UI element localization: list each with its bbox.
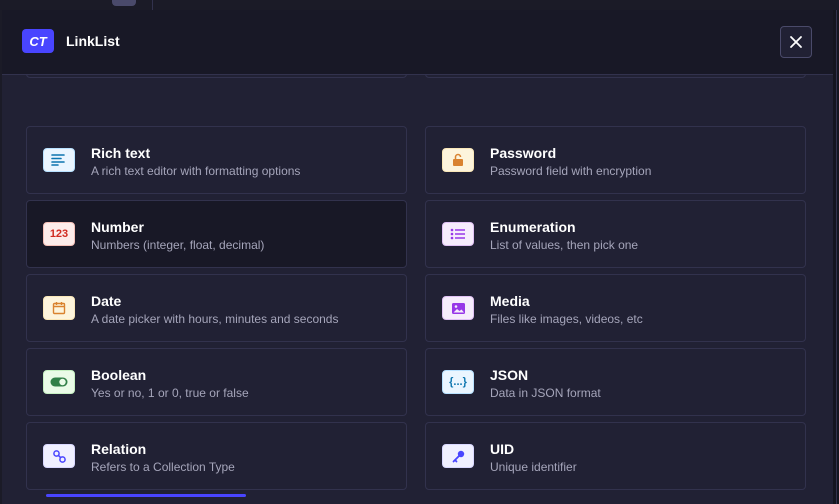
field-type-description: Yes or no, 1 or 0, true or false (91, 386, 249, 400)
field-type-description: A date picker with hours, minutes and se… (91, 312, 339, 326)
field-type-media[interactable]: Media Files like images, videos, etc (425, 274, 806, 342)
list-icon (442, 222, 474, 246)
field-type-boolean[interactable]: Boolean Yes or no, 1 or 0, true or false (26, 348, 407, 416)
field-type-description: Numbers (integer, float, decimal) (91, 238, 265, 252)
number-icon: 123 (43, 222, 75, 246)
lock-icon (442, 148, 474, 172)
field-type-name: JSON (490, 367, 529, 383)
field-type-relation[interactable]: Relation Refers to a Collection Type (26, 422, 407, 490)
calendar-icon (43, 296, 75, 320)
field-type-date[interactable]: Date A date picker with hours, minutes an… (26, 274, 407, 342)
key-icon (442, 444, 474, 468)
field-type-name: Rich text (91, 145, 151, 161)
modal-title: LinkList (66, 33, 120, 49)
field-type-name: UID (490, 441, 515, 457)
field-type-name: Relation (91, 441, 147, 457)
field-type-name: Number (91, 219, 144, 235)
field-type-name: Media (490, 293, 530, 309)
focus-indicator (46, 494, 246, 497)
field-type-modal: AbTextSmall or long text like title or d… (2, 10, 833, 504)
background-edge (836, 10, 837, 504)
image-icon (442, 296, 474, 320)
field-type-name: Boolean (91, 367, 147, 383)
field-type-description: Files like images, videos, etc (490, 312, 643, 326)
field-type-json[interactable]: {...} JSON Data in JSON format (425, 348, 806, 416)
field-type-rich-text[interactable]: Rich text A rich text editor with formatt… (26, 126, 407, 194)
close-icon (790, 36, 802, 48)
field-type-name: Enumeration (490, 219, 576, 235)
field-type-name: Password (490, 145, 557, 161)
field-type-name: Date (91, 293, 122, 309)
code-icon: {...} (442, 370, 474, 394)
field-type-uid[interactable]: UID Unique identifier (425, 422, 806, 490)
background-count-badge (112, 0, 136, 6)
background-divider (152, 0, 153, 10)
field-type-password[interactable]: Password Password field with encryption (425, 126, 806, 194)
content-type-badge: CT (22, 29, 54, 53)
field-type-grid: AbTextSmall or long text like title or d… (2, 10, 833, 504)
toggle-icon (43, 370, 75, 394)
field-type-description: Data in JSON format (490, 386, 601, 400)
link-icon (43, 444, 75, 468)
field-type-description: List of values, then pick one (490, 238, 639, 252)
field-type-enumeration[interactable]: Enumeration List of values, then pick one (425, 200, 806, 268)
field-type-description: A rich text editor with formatting optio… (91, 164, 301, 178)
field-type-description: Password field with encryption (490, 164, 652, 178)
field-type-description: Unique identifier (490, 460, 577, 474)
modal-header: CT LinkList (2, 10, 833, 75)
close-button[interactable] (780, 26, 812, 58)
field-type-number[interactable]: 123 Number Numbers (integer, float, decima… (26, 200, 407, 268)
field-type-description: Refers to a Collection Type (91, 460, 235, 474)
paragraph-icon (43, 148, 75, 172)
